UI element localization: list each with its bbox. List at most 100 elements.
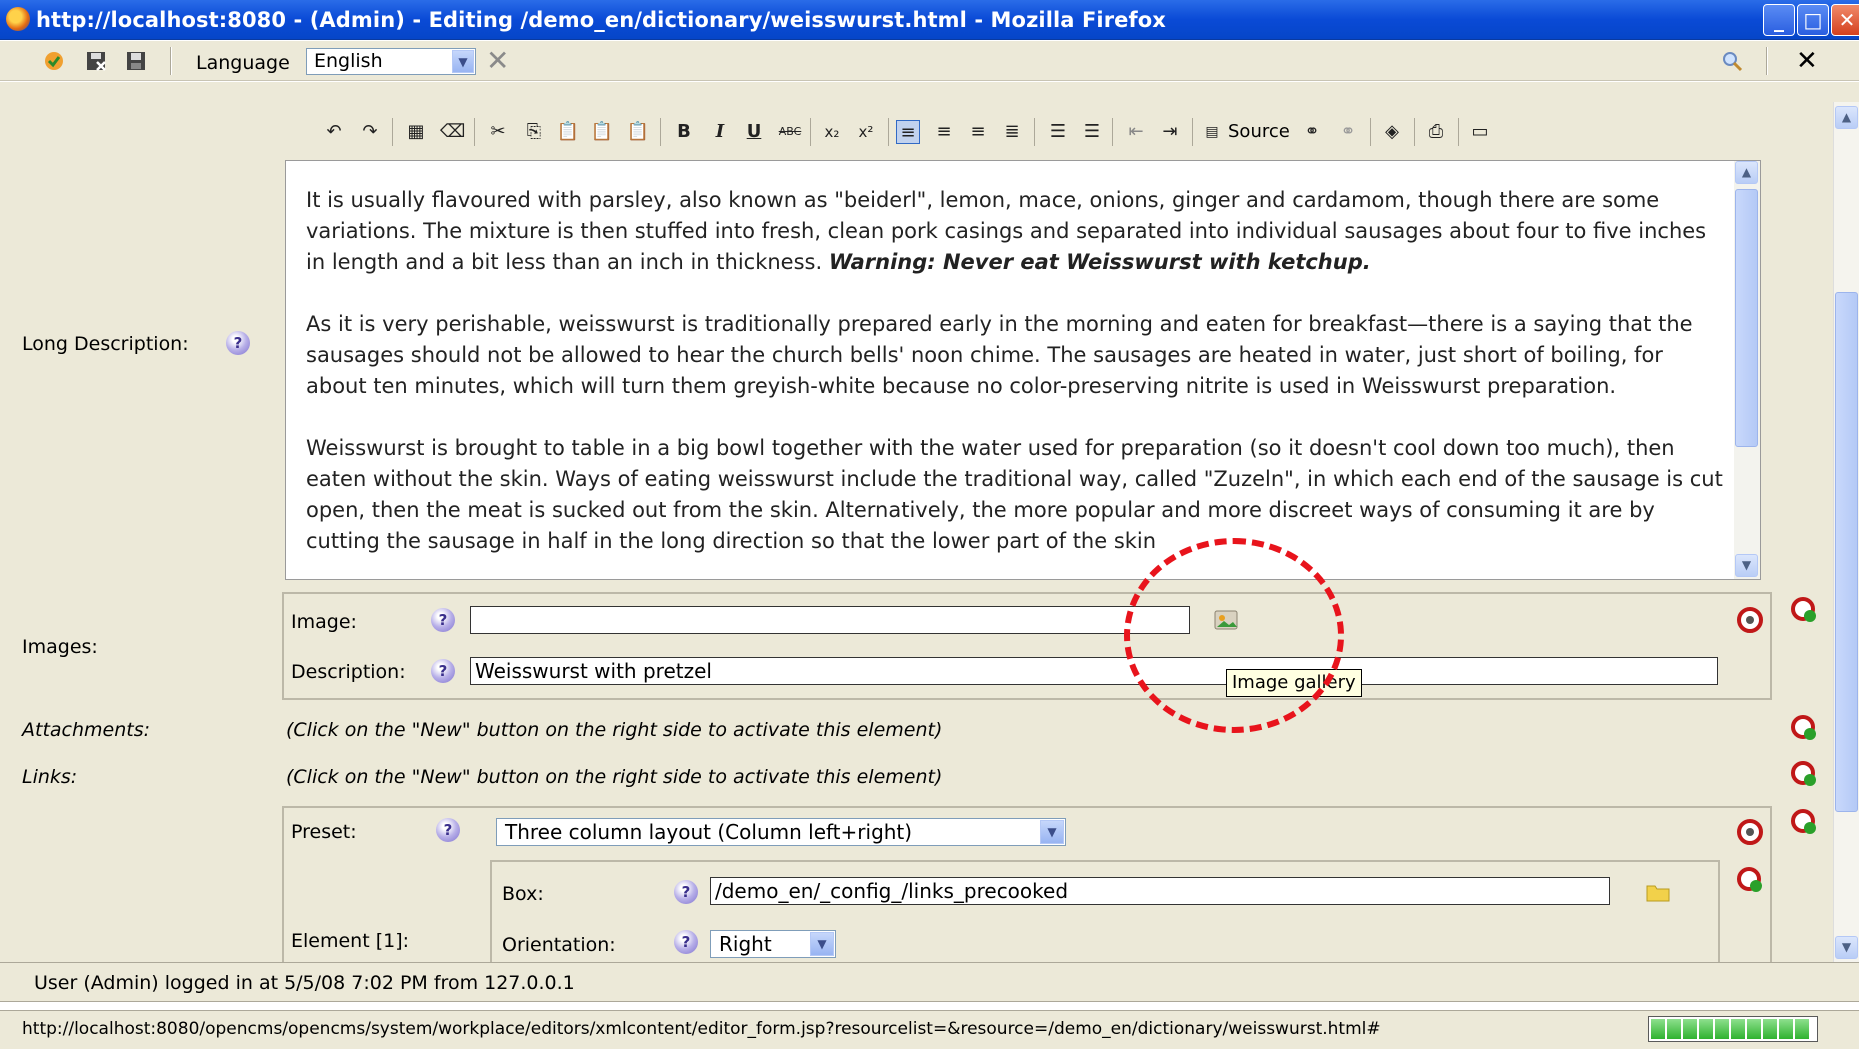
editor-scrollbar[interactable]: ▲ ▼ xyxy=(1734,161,1760,579)
cut-icon[interactable]: ✂ xyxy=(486,120,510,144)
highlight-annotation-circle xyxy=(1124,538,1344,733)
new-element-icon[interactable] xyxy=(1790,714,1818,742)
status-url: http://localhost:8080/opencms/opencms/sy… xyxy=(22,1019,1381,1039)
element-label: Element [1]: xyxy=(291,930,410,952)
chevron-down-icon[interactable]: ▼ xyxy=(452,50,474,73)
copy-icon[interactable]: ⎘ xyxy=(522,120,546,144)
unlink-icon[interactable]: ⚭ xyxy=(1336,120,1360,144)
new-element-icon[interactable] xyxy=(1736,866,1764,894)
element-group xyxy=(490,860,1720,964)
fit-window-icon[interactable]: ▭ xyxy=(1468,120,1492,144)
minimize-button[interactable]: _ xyxy=(1763,4,1795,36)
box-input[interactable]: /demo_en/_config_/links_precooked xyxy=(710,877,1610,905)
scroll-up-icon[interactable]: ▲ xyxy=(1735,161,1758,184)
scroll-down-icon[interactable]: ▼ xyxy=(1735,554,1758,577)
links-label: Links: xyxy=(22,766,78,788)
scroll-down-icon[interactable]: ▼ xyxy=(1835,936,1858,959)
editor-main-toolbar: Language English ▼ ✕ ✕ xyxy=(0,41,1859,81)
select-all-icon[interactable]: ▦ xyxy=(404,120,428,144)
toolbar-separator xyxy=(170,47,172,75)
align-center-icon[interactable]: ≡ xyxy=(932,120,956,144)
new-element-icon[interactable] xyxy=(1790,760,1818,788)
page-scroll-thumb[interactable] xyxy=(1835,292,1858,812)
language-label: Language xyxy=(196,52,290,74)
box-label: Box: xyxy=(502,883,544,905)
attachments-hint: (Click on the "New" button on the right … xyxy=(286,719,943,741)
undo-icon[interactable]: ↶ xyxy=(322,120,346,144)
image-icon[interactable]: ◈ xyxy=(1380,120,1404,144)
help-icon[interactable]: ? xyxy=(431,659,455,683)
orientation-value: Right xyxy=(719,932,772,956)
new-element-icon[interactable] xyxy=(1790,596,1818,624)
folder-icon[interactable] xyxy=(1644,878,1672,906)
help-icon[interactable]: ? xyxy=(226,331,250,355)
subscript-icon[interactable]: x₂ xyxy=(820,120,844,144)
underline-icon[interactable]: U xyxy=(742,120,766,144)
login-status-text: User (Admin) logged in at 5/5/08 7:02 PM… xyxy=(34,972,575,994)
links-hint: (Click on the "New" button on the right … xyxy=(286,766,943,788)
justify-icon[interactable]: ≣ xyxy=(1000,120,1024,144)
image-input[interactable] xyxy=(470,606,1190,634)
paragraph-3: Weisswurst is brought to table in a big … xyxy=(306,436,1723,553)
description-input[interactable]: Weisswurst with pretzel xyxy=(470,657,1718,685)
images-label: Images: xyxy=(22,636,98,658)
delete-locale-icon[interactable]: ✕ xyxy=(486,47,509,75)
chevron-down-icon[interactable]: ▼ xyxy=(1040,820,1064,844)
eraser-icon[interactable]: ⌫ xyxy=(440,120,465,144)
browser-status-bar: http://localhost:8080/opencms/opencms/sy… xyxy=(0,1010,1859,1049)
paste-icon[interactable]: 📋 xyxy=(556,120,580,144)
redo-icon[interactable]: ↷ xyxy=(358,120,382,144)
delete-element-icon[interactable] xyxy=(1736,606,1764,634)
close-editor-icon[interactable]: ✕ xyxy=(1796,47,1818,75)
orientation-select[interactable]: Right ▼ xyxy=(710,930,836,958)
paste-text-icon[interactable]: 📋 xyxy=(590,120,614,144)
unordered-list-icon[interactable]: ☰ xyxy=(1080,120,1104,144)
help-icon[interactable]: ? xyxy=(674,880,698,904)
source-button-label[interactable]: Source xyxy=(1228,121,1290,142)
source-icon[interactable]: ▤ xyxy=(1200,120,1224,144)
language-select[interactable]: English ▼ xyxy=(306,48,476,75)
delete-element-icon[interactable] xyxy=(1736,818,1764,846)
print-icon[interactable]: ⎙ xyxy=(1424,120,1448,144)
strikethrough-icon[interactable]: ABC xyxy=(778,120,802,144)
editor-content[interactable]: It is usually flavoured with parsley, al… xyxy=(306,185,1726,588)
attachments-label: Attachments: xyxy=(22,719,151,741)
toolbar-separator xyxy=(1766,47,1768,75)
description-label: Description: xyxy=(291,661,406,683)
warning-text: Warning: Never eat Weisswurst with ketch… xyxy=(828,250,1371,274)
link-icon[interactable]: ⚭ xyxy=(1300,120,1324,144)
publish-icon[interactable] xyxy=(42,49,66,73)
preset-label: Preset: xyxy=(291,821,357,843)
help-icon[interactable]: ? xyxy=(436,818,460,842)
scroll-up-icon[interactable]: ▲ xyxy=(1835,106,1858,129)
long-description-label: Long Description: xyxy=(22,333,189,355)
new-element-icon[interactable] xyxy=(1790,808,1818,836)
superscript-icon[interactable]: x² xyxy=(854,120,878,144)
maximize-button[interactable]: □ xyxy=(1797,4,1829,36)
outdent-icon[interactable]: ⇤ xyxy=(1124,120,1148,144)
preset-value: Three column layout (Column left+right) xyxy=(505,820,913,844)
help-icon[interactable]: ? xyxy=(674,930,698,954)
wysiwyg-toolbar: ↶ ↷ ▦ ⌫ ✂ ⎘ 📋 📋 📋 B I U ABC x₂ x² ≡ ≡ ≡ … xyxy=(290,112,1756,152)
editor-scroll-thumb[interactable] xyxy=(1735,189,1758,447)
italic-icon[interactable]: I xyxy=(708,120,732,144)
long-description-editor[interactable]: It is usually flavoured with parsley, al… xyxy=(285,160,1761,580)
window-close-button[interactable]: ✕ xyxy=(1831,4,1859,36)
bold-icon[interactable]: B xyxy=(672,120,696,144)
orientation-label: Orientation: xyxy=(502,934,616,956)
help-icon[interactable]: ? xyxy=(431,608,455,632)
page-scrollbar[interactable]: ▲ ▼ xyxy=(1833,102,1859,962)
search-icon[interactable] xyxy=(1720,49,1744,73)
window-titlebar: http://localhost:8080 - (Admin) - Editin… xyxy=(0,0,1859,40)
language-value: English xyxy=(314,50,383,72)
align-right-icon[interactable]: ≡ xyxy=(966,120,990,144)
indent-icon[interactable]: ⇥ xyxy=(1158,120,1182,144)
window-title: http://localhost:8080 - (Admin) - Editin… xyxy=(36,8,1166,32)
save-icon[interactable] xyxy=(124,49,148,73)
paste-word-icon[interactable]: 📋 xyxy=(626,120,650,144)
align-left-icon[interactable]: ≡ xyxy=(896,120,920,144)
save-exit-icon[interactable] xyxy=(84,49,108,73)
ordered-list-icon[interactable]: ☰ xyxy=(1046,120,1070,144)
chevron-down-icon[interactable]: ▼ xyxy=(810,932,834,956)
preset-select[interactable]: Three column layout (Column left+right) … xyxy=(496,818,1066,846)
